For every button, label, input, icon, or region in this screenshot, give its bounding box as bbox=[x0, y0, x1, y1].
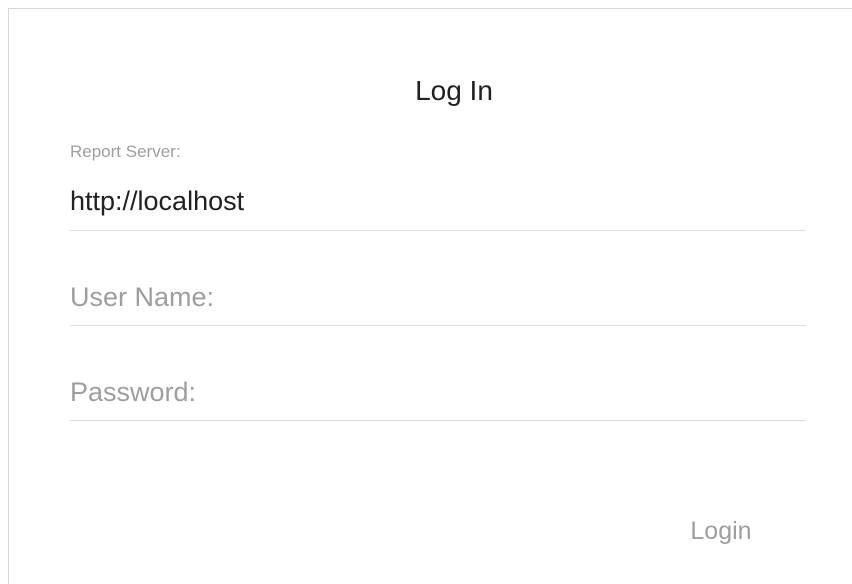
user-name-input[interactable] bbox=[70, 281, 806, 313]
login-dialog: Log In Report Server: Login bbox=[8, 8, 852, 584]
login-button[interactable]: Login bbox=[673, 511, 769, 551]
report-server-input[interactable] bbox=[70, 185, 806, 217]
report-server-underline bbox=[70, 230, 806, 231]
password-field bbox=[70, 376, 806, 422]
user-name-field bbox=[70, 281, 806, 327]
report-server-label: Report Server: bbox=[70, 142, 181, 161]
report-server-field: Report Server: bbox=[70, 142, 806, 232]
password-underline bbox=[70, 420, 806, 421]
user-name-underline bbox=[70, 325, 806, 326]
dialog-title: Log In bbox=[415, 75, 493, 106]
password-input[interactable] bbox=[70, 376, 806, 408]
